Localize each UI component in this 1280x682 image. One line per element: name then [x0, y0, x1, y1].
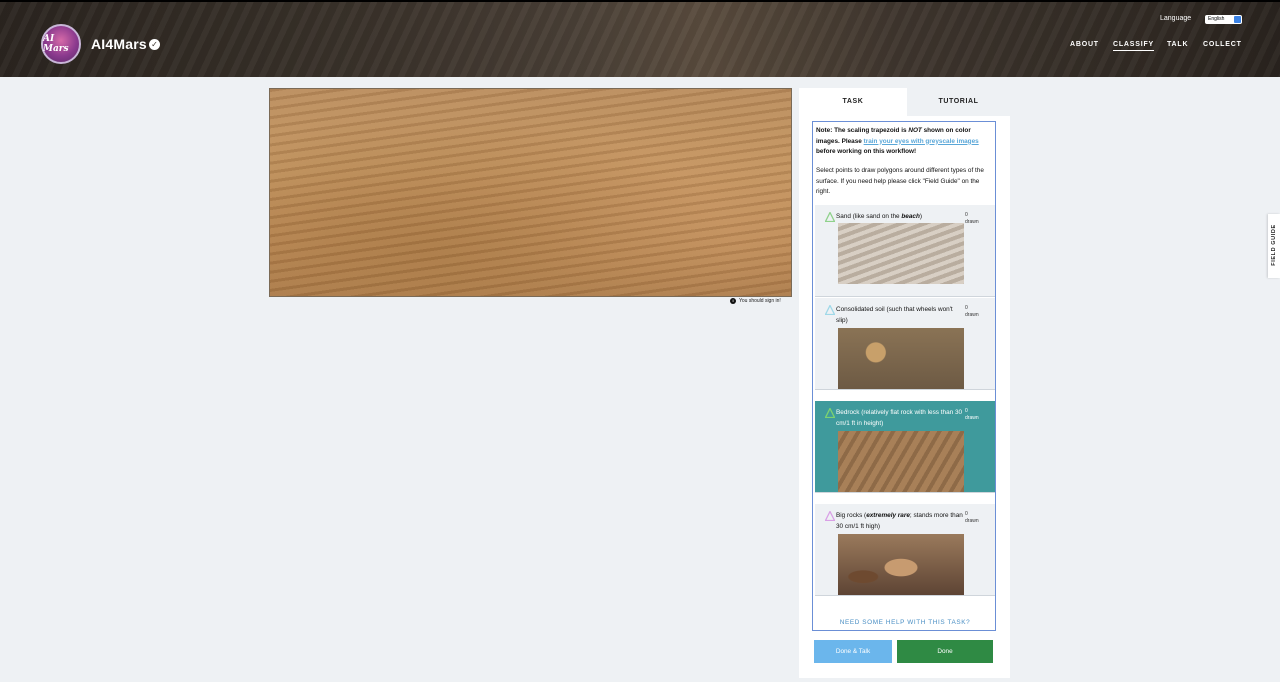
tool-option-label: Consolidated soil (such that wheels won'…: [836, 306, 953, 324]
avatar-text: AI Mars: [43, 34, 69, 54]
signin-text: You should sign in!: [739, 298, 781, 304]
tool-option-label: Bedrock (relatively flat rock with less …: [836, 409, 963, 427]
polygon-icon: [825, 305, 835, 315]
consolidated-soil-example-image: [838, 328, 964, 389]
drawn-count: 0 drawn: [965, 511, 979, 524]
drawn-count: 0 drawn: [965, 212, 979, 225]
project-title[interactable]: AI4Mars: [91, 36, 147, 52]
subject-image[interactable]: [269, 88, 792, 297]
task-help-link[interactable]: NEED SOME HELP WITH THIS TASK?: [813, 619, 997, 626]
tool-option-big-rocks[interactable]: Big rocks (extremely rare; stands more t…: [815, 504, 995, 596]
tool-option-consolidated-soil[interactable]: Consolidated soil (such that wheels won'…: [815, 298, 995, 390]
greyscale-tutorial-link[interactable]: train your eyes with greyscale images: [864, 138, 979, 145]
nav-collect[interactable]: COLLECT: [1203, 41, 1242, 48]
tool-option-sand[interactable]: Sand (like sand on the beach) 0 drawn: [815, 205, 995, 297]
drawn-count: 0 drawn: [965, 408, 979, 421]
done-and-talk-button[interactable]: Done & Talk: [814, 640, 892, 663]
select-arrows-icon: [1234, 16, 1241, 23]
tool-option-label: Sand (like sand on the beach): [836, 213, 922, 220]
bedrock-example-image: [838, 431, 964, 492]
sand-example-image: [838, 223, 964, 284]
tab-task[interactable]: TASK: [799, 88, 907, 116]
nav-classify[interactable]: CLASSIFY: [1113, 41, 1155, 51]
info-icon: i: [730, 298, 736, 304]
tool-option-label: Big rocks (extremely rare; stands more t…: [836, 512, 963, 530]
project-header: [0, 0, 1280, 77]
big-rocks-example-image: [838, 534, 964, 595]
verified-check-icon: ✓: [149, 39, 160, 50]
task-instructions: Select points to draw polygons around di…: [816, 167, 984, 195]
task-note: Note: The scaling trapezoid is NOT shown…: [816, 127, 979, 155]
nav-about[interactable]: ABOUT: [1070, 41, 1099, 48]
tool-option-bedrock[interactable]: Bedrock (relatively flat rock with less …: [815, 401, 995, 493]
done-button[interactable]: Done: [897, 640, 993, 663]
task-box: Note: The scaling trapezoid is NOT shown…: [812, 121, 996, 631]
field-guide-label: FIELD GUIDE: [1271, 224, 1277, 266]
polygon-icon: [825, 408, 835, 418]
signin-warning: i You should sign in!: [730, 298, 781, 304]
polygon-icon: [825, 511, 835, 521]
polygon-icon: [825, 212, 835, 222]
nav-talk[interactable]: TALK: [1167, 41, 1188, 48]
task-panel: TASK TUTORIAL Note: The scaling trapezoi…: [799, 88, 1010, 678]
tab-tutorial[interactable]: TUTORIAL: [907, 88, 1010, 116]
field-guide-tab[interactable]: FIELD GUIDE: [1268, 214, 1280, 278]
project-avatar[interactable]: AI Mars: [41, 24, 81, 64]
language-label: Language: [1160, 15, 1192, 22]
drawn-count: 0 drawn: [965, 305, 979, 318]
language-select[interactable]: English: [1205, 15, 1242, 24]
